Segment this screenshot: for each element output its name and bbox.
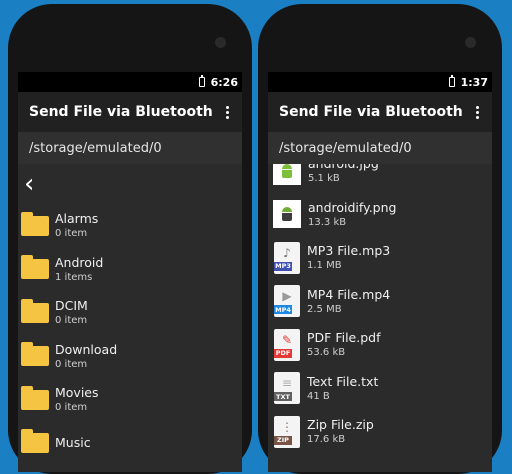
pdf-file-icon: ✎ PDF <box>274 328 300 361</box>
folder-name: Android <box>55 254 104 270</box>
status-bar: 6:26 <box>18 72 242 92</box>
file-size: 41 B <box>307 390 330 402</box>
app-bar: Send File via Bluetooth <box>18 92 242 132</box>
status-bar: 1:37 <box>268 72 492 92</box>
file-type-tag: MP4 <box>274 305 292 315</box>
text-file-icon: ≡ TXT <box>274 372 300 405</box>
file-size: 1.1 MB <box>307 260 342 272</box>
list-item[interactable]: ≡ TXT Text File.txt 41 B <box>268 367 492 411</box>
app-title: Send File via Bluetooth <box>29 104 213 120</box>
back-row[interactable]: ‹ <box>18 164 242 204</box>
file-name: androidify.png <box>308 199 397 215</box>
list-item[interactable]: Alarms 0 item <box>18 204 242 248</box>
file-name: PDF File.pdf <box>307 330 381 346</box>
file-type-tag: ZIP <box>274 435 292 445</box>
folder-name: Download <box>55 341 118 357</box>
battery-icon <box>198 75 205 87</box>
list-item[interactable]: ▶ MP4 MP4 File.mp4 2.5 MB <box>268 280 492 324</box>
folder-count: 1 items <box>55 271 93 283</box>
current-path: /storage/emulated/0 <box>29 140 162 156</box>
list-item[interactable]: ♪ MP3 MP3 File.mp3 1.1 MB <box>268 236 492 280</box>
list-item[interactable]: ⋮ ZIP Zip File.zip 17.6 kB <box>268 410 492 454</box>
androidify-image-thumb <box>273 200 301 229</box>
file-size: 2.5 MB <box>307 303 342 315</box>
camera-icon <box>465 37 476 48</box>
list-item[interactable]: androidify.png 13.3 kB <box>268 193 492 237</box>
folder-name: DCIM <box>55 298 88 314</box>
file-name: Zip File.zip <box>307 417 374 433</box>
app-bar: Send File via Bluetooth <box>268 92 492 132</box>
folder-count: 0 item <box>55 228 88 240</box>
folder-icon <box>21 385 49 410</box>
video-file-icon: ▶ MP4 <box>274 285 300 318</box>
folder-name: Music <box>55 435 91 451</box>
list-item[interactable]: ✎ PDF PDF File.pdf 53.6 kB <box>268 323 492 367</box>
android-image-thumb <box>273 164 301 185</box>
zip-file-icon: ⋮ ZIP <box>274 415 300 448</box>
folder-name: Movies <box>55 385 99 401</box>
list-item[interactable]: Movies 0 item <box>18 378 242 422</box>
list-item[interactable]: Music <box>18 422 242 466</box>
folder-list: ‹ Alarms 0 item Android 1 items DCIM 0 i… <box>18 164 242 472</box>
status-time: 6:26 <box>210 75 238 89</box>
camera-icon <box>215 37 226 48</box>
right-phone: 1:37 Send File via Bluetooth /storage/em… <box>258 4 502 474</box>
list-item[interactable]: Android 1 items <box>18 248 242 292</box>
folder-icon <box>21 342 49 367</box>
current-path: /storage/emulated/0 <box>279 140 412 156</box>
battery-icon <box>448 75 455 87</box>
left-phone: 6:26 Send File via Bluetooth /storage/em… <box>8 4 252 474</box>
file-name: MP3 File.mp3 <box>307 243 391 259</box>
chevron-left-icon[interactable]: ‹ <box>24 171 34 197</box>
file-list: android.jpg 5.1 kB androidify.png 13.3 k… <box>268 164 492 472</box>
folder-icon <box>21 211 49 236</box>
list-item[interactable]: Download 0 item <box>18 335 242 379</box>
status-time: 1:37 <box>460 75 488 89</box>
file-size: 17.6 kB <box>307 434 346 446</box>
file-size: 13.3 kB <box>308 216 347 228</box>
file-type-tag: PDF <box>274 348 292 358</box>
folder-icon <box>21 298 49 323</box>
file-size: 53.6 kB <box>307 347 346 359</box>
file-name: Text File.txt <box>307 373 379 389</box>
file-type-tag: TXT <box>274 392 292 402</box>
file-name: MP4 File.mp4 <box>307 286 391 302</box>
music-file-icon: ♪ MP3 <box>274 241 300 274</box>
folder-count: 0 item <box>55 358 88 370</box>
list-item[interactable]: DCIM 0 item <box>18 291 242 335</box>
folder-count: 0 item <box>55 402 88 414</box>
right-screen: 1:37 Send File via Bluetooth /storage/em… <box>268 72 492 472</box>
left-screen: 6:26 Send File via Bluetooth /storage/em… <box>18 72 242 472</box>
folder-icon <box>21 429 49 454</box>
folder-icon <box>21 255 49 280</box>
file-name: android.jpg <box>308 164 379 172</box>
path-bar: /storage/emulated/0 <box>268 132 492 164</box>
folder-name: Alarms <box>55 211 99 227</box>
file-type-tag: MP3 <box>274 261 292 271</box>
list-item[interactable]: android.jpg 5.1 kB <box>268 164 492 193</box>
folder-count: 0 item <box>55 315 88 327</box>
file-size: 5.1 kB <box>308 173 340 185</box>
overflow-menu-icon[interactable] <box>472 105 482 119</box>
path-bar: /storage/emulated/0 <box>18 132 242 164</box>
overflow-menu-icon[interactable] <box>222 105 232 119</box>
app-title: Send File via Bluetooth <box>279 104 463 120</box>
